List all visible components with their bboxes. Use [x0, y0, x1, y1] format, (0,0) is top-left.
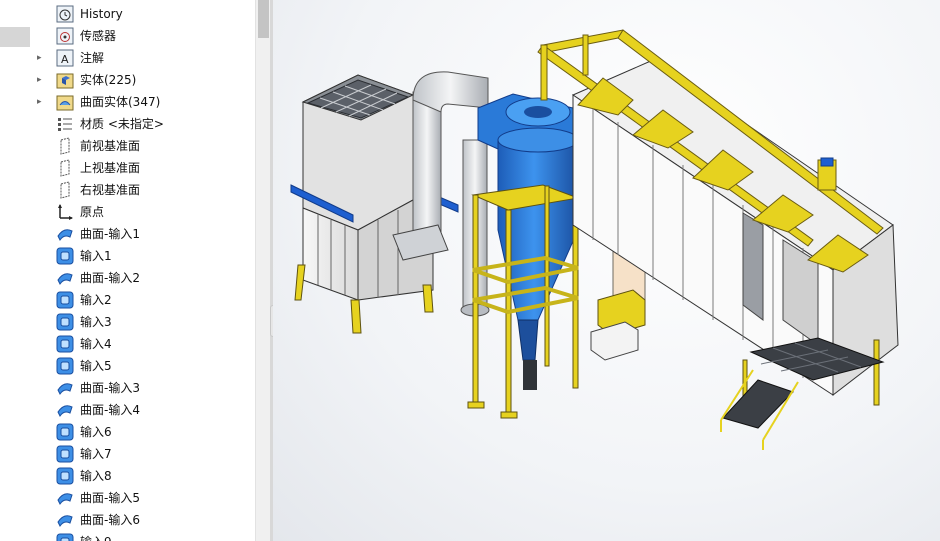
plane-icon — [56, 159, 74, 177]
tree-item-label: 前视基准面 — [80, 139, 141, 153]
imported-body-icon — [56, 445, 74, 463]
tree-item-label: 曲面-输入5 — [80, 491, 140, 505]
expand-arrow-icon[interactable]: ▸ — [37, 96, 45, 108]
imported-body-icon — [56, 313, 74, 331]
surface-import-icon — [56, 511, 74, 529]
tree-item-label: 曲面-输入2 — [80, 271, 140, 285]
tree-item[interactable]: 曲面-输入2 — [0, 267, 255, 289]
tree-item[interactable]: 曲面-输入6 — [0, 509, 255, 531]
tree-item-label: 输入9 — [80, 534, 112, 541]
tree-scrollbar-thumb[interactable] — [258, 0, 269, 38]
surface-import-icon — [56, 401, 74, 419]
surface-import-icon — [56, 379, 74, 397]
tree-item[interactable]: 曲面-输入4 — [0, 399, 255, 421]
tree-item[interactable]: 曲面-输入5 — [0, 487, 255, 509]
tree-item[interactable]: 输入8 — [0, 465, 255, 487]
work-platform — [720, 337, 885, 450]
cyclone-separator — [477, 93, 579, 390]
tree-item-label: 曲面-输入3 — [80, 381, 140, 395]
tree-item-label: 右视基准面 — [80, 183, 141, 197]
tree-item-label: 材质 <未指定> — [80, 117, 164, 131]
expand-arrow-icon[interactable]: ▸ — [37, 52, 45, 64]
tree-item[interactable]: 输入5 — [0, 355, 255, 377]
tree-item-label: 输入8 — [80, 469, 112, 483]
feature-tree-list: History 传感器 ▸ A 注解 ▸ 实体(225) ▸ 曲面实体(347) 材质 <未指定>… — [0, 3, 255, 541]
tree-item-label: 上视基准面 — [80, 161, 141, 175]
tree-item-label: 输入2 — [80, 293, 112, 307]
tree-item[interactable]: History — [0, 3, 255, 25]
graphics-viewport[interactable] — [273, 0, 940, 541]
tree-item[interactable]: 输入2 — [0, 289, 255, 311]
plane-icon — [56, 181, 74, 199]
svg-text:A: A — [61, 53, 69, 66]
tree-item-label: 输入5 — [80, 359, 112, 373]
tree-item[interactable]: 上视基准面 — [0, 157, 255, 179]
surface-bodies-icon — [56, 93, 74, 111]
plane-icon — [56, 137, 74, 155]
imported-body-icon — [56, 247, 74, 265]
imported-body-icon — [56, 291, 74, 309]
tree-item-label: 输入7 — [80, 447, 112, 461]
tree-item-label: 曲面实体(347) — [80, 95, 161, 109]
tree-item-label: 实体(225) — [80, 73, 137, 87]
tree-item[interactable]: 输入3 — [0, 311, 255, 333]
tree-item[interactable]: 前视基准面 — [0, 135, 255, 157]
history-icon — [56, 5, 74, 23]
tree-item[interactable]: 原点 — [0, 201, 255, 223]
tree-item-label: 输入1 — [80, 249, 112, 263]
cad-model-render — [290, 29, 899, 450]
tree-item[interactable]: 输入9 — [0, 531, 255, 541]
tree-item-label: 传感器 — [80, 29, 117, 43]
tree-item-label: 曲面-输入4 — [80, 403, 140, 417]
tree-item-label: History — [80, 7, 123, 21]
tree-item[interactable]: ▸ 实体(225) — [0, 69, 255, 91]
tree-item[interactable]: ▸ A 注解 — [0, 47, 255, 69]
tree-item[interactable]: 输入4 — [0, 333, 255, 355]
expand-arrow-icon[interactable]: ▸ — [37, 74, 45, 86]
tree-item[interactable]: ▸ 曲面实体(347) — [0, 91, 255, 113]
origin-icon — [56, 203, 74, 221]
tree-item-label: 曲面-输入6 — [80, 513, 140, 527]
tree-item[interactable]: 材质 <未指定> — [0, 113, 255, 135]
imported-body-icon — [56, 533, 74, 541]
sensor-icon — [56, 27, 74, 45]
tree-item-label: 曲面-输入1 — [80, 227, 140, 241]
tree-item-label: 原点 — [80, 205, 105, 219]
tree-item-label: 注解 — [80, 51, 105, 65]
tree-item-label: 输入3 — [80, 315, 112, 329]
imported-body-icon — [56, 357, 74, 375]
tree-item[interactable]: 输入7 — [0, 443, 255, 465]
imported-body-icon — [56, 423, 74, 441]
tree-root-expander[interactable]: ▾ — [42, 0, 47, 1]
tree-item[interactable]: 输入1 — [0, 245, 255, 267]
material-icon — [56, 115, 74, 133]
surface-import-icon — [56, 269, 74, 287]
tree-item[interactable]: 曲面-输入3 — [0, 377, 255, 399]
imported-body-icon — [56, 467, 74, 485]
solid-bodies-icon — [56, 71, 74, 89]
tree-item[interactable]: 右视基准面 — [0, 179, 255, 201]
tree-scrollbar[interactable] — [255, 0, 271, 541]
tree-item[interactable]: 输入6 — [0, 421, 255, 443]
tree-item-label: 输入4 — [80, 337, 112, 351]
tree-item[interactable]: 传感器 — [0, 25, 255, 47]
imported-body-icon — [56, 335, 74, 353]
surface-import-icon — [56, 225, 74, 243]
tree-item-label: 输入6 — [80, 425, 112, 439]
feature-tree-panel: ▾ History 传感器 ▸ A 注解 ▸ 实体(225) ▸ 曲面实体(347) 材质 <未指… — [0, 0, 270, 541]
surface-import-icon — [56, 489, 74, 507]
tree-item[interactable]: 曲面-输入1 — [0, 223, 255, 245]
annotation-icon: A — [56, 49, 74, 67]
